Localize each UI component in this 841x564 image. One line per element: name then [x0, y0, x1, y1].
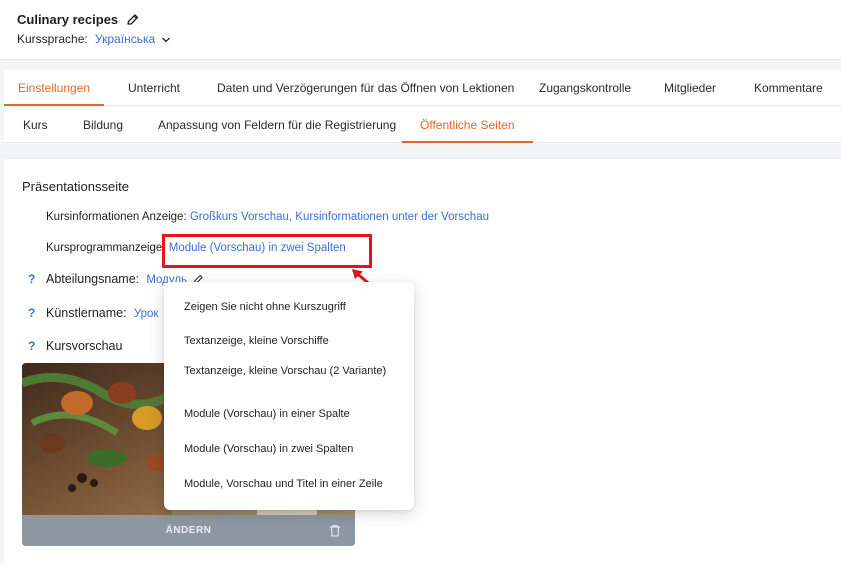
tab-zugangskontrolle[interactable]: Zugangskontrolle [525, 70, 645, 106]
artist-label: Künstlername: [46, 306, 127, 320]
course-preview-row: Kursvorschau [46, 339, 122, 353]
course-info-value-link[interactable]: Großkurs Vorschau, Kursinformationen unt… [190, 211, 489, 223]
language-label: Kurssprache: [17, 32, 88, 46]
course-language-row: Kurssprache: Українська [17, 32, 171, 46]
course-title: Culinary recipes [17, 12, 119, 27]
section-title: Präsentationsseite [22, 179, 129, 194]
main-tab-bar: Einstellungen Unterricht Daten und Verzö… [4, 70, 841, 106]
highlight-annotation-box [162, 234, 372, 268]
tab-unterricht[interactable]: Unterricht [114, 70, 194, 106]
department-label: Abteilungsname: [46, 272, 140, 286]
program-display-dropdown: Zeigen Sie nicht ohne Kurszugriff Textan… [164, 282, 414, 510]
change-image-bar: ÄNDERN [22, 515, 355, 546]
department-help-icon[interactable]: ? [28, 272, 35, 286]
subtab-felder-registrierung[interactable]: Anpassung von Feldern für die Registrier… [140, 107, 414, 143]
change-image-button[interactable]: ÄNDERN [22, 515, 355, 546]
course-info-display-row: Kursinformationen Anzeige: Großkurs Vors… [46, 211, 489, 223]
edit-pencil-icon[interactable] [126, 13, 140, 27]
dropdown-option[interactable]: Module (Vorschau) in zwei Spalten [184, 442, 399, 456]
chevron-down-icon[interactable] [161, 36, 171, 44]
sub-tab-bar: Kurs Bildung Anpassung von Feldern für d… [4, 107, 841, 143]
trash-icon[interactable] [329, 524, 341, 537]
dropdown-option[interactable]: Textanzeige, kleine Vorschau (2 Variante… [184, 364, 399, 378]
tab-daten-verzoegerungen[interactable]: Daten und Verzögerungen für das Öffnen v… [203, 70, 528, 106]
course-header: Culinary recipes Kurssprache: Українська [0, 0, 841, 60]
dropdown-option[interactable]: Module (Vorschau) in einer Spalte [184, 407, 399, 421]
course-preview-label: Kursvorschau [46, 339, 123, 353]
presentation-settings-panel: Präsentationsseite Kursinformationen Anz… [4, 158, 841, 564]
tab-einstellungen[interactable]: Einstellungen [4, 70, 105, 106]
language-selector[interactable]: Українська [95, 32, 155, 46]
subtab-oeffentliche-seiten[interactable]: Öffentliche Seiten [402, 107, 533, 143]
subtab-bildung[interactable]: Bildung [65, 107, 141, 143]
dropdown-option[interactable]: Zeigen Sie nicht ohne Kurszugriff [184, 300, 399, 314]
course-info-label: Kursinformationen Anzeige: [46, 211, 187, 223]
dropdown-option[interactable]: Module, Vorschau und Titel in einer Zeil… [184, 477, 399, 491]
tab-kommentare[interactable]: Kommentare [740, 70, 837, 106]
artist-value-link[interactable]: Урок [134, 308, 159, 320]
artist-help-icon[interactable]: ? [28, 306, 35, 320]
course-program-label: Kursprogrammanzeige: [46, 242, 166, 254]
dropdown-option[interactable]: Textanzeige, kleine Vorschiffe [184, 334, 399, 348]
subtab-kurs[interactable]: Kurs [5, 107, 66, 143]
tab-mitglieder[interactable]: Mitglieder [650, 70, 730, 106]
artist-name-row: Künstlername: Урок [46, 306, 158, 320]
preview-help-icon[interactable]: ? [28, 339, 35, 353]
